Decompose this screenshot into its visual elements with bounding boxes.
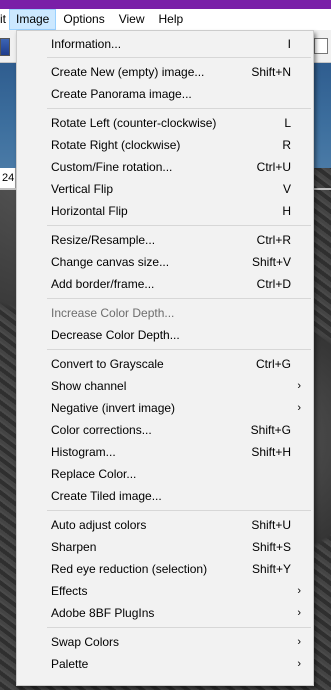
menu-view[interactable]: View bbox=[112, 9, 152, 30]
menu-item-shortcut: Ctrl+U bbox=[256, 160, 291, 174]
menu-item-label: Swap Colors bbox=[51, 635, 120, 649]
menu-separator bbox=[47, 627, 311, 628]
status-text: 24 bbox=[0, 168, 16, 188]
menu-item-shortcut: Shift+G bbox=[250, 423, 291, 437]
menu-item-shortcut: V bbox=[282, 182, 291, 196]
menu-item-shortcut: Ctrl+G bbox=[255, 357, 291, 371]
menu-item-shortcut: Ctrl+R bbox=[256, 233, 291, 247]
menu-item-increase-color-depth: Increase Color Depth... bbox=[17, 302, 313, 324]
menu-item-color-corrections[interactable]: Color corrections... Shift+G bbox=[17, 419, 313, 441]
menu-image[interactable]: Image bbox=[9, 9, 57, 30]
menu-item-label: Auto adjust colors bbox=[51, 518, 147, 532]
menu-item-label: Convert to Grayscale bbox=[51, 357, 164, 371]
menu-item-vertical-flip[interactable]: Vertical Flip V bbox=[17, 178, 313, 200]
submenu-chevron-icon: › bbox=[297, 585, 301, 597]
menu-item-label: Create Panorama image... bbox=[51, 87, 192, 101]
menu-item-label: Rotate Right (clockwise) bbox=[51, 138, 181, 152]
menu-item-shortcut: Shift+U bbox=[251, 518, 291, 532]
menu-item-label: Horizontal Flip bbox=[51, 204, 128, 218]
menu-item-shortcut: I bbox=[287, 37, 291, 51]
menu-item-label: Palette bbox=[51, 657, 89, 671]
menu-item-create-panorama[interactable]: Create Panorama image... bbox=[17, 83, 313, 105]
menu-item-decrease-color-depth[interactable]: Decrease Color Depth... bbox=[17, 324, 313, 346]
menu-item-label: Sharpen bbox=[51, 540, 97, 554]
menu-item-horizontal-flip[interactable]: Horizontal Flip H bbox=[17, 200, 313, 222]
menu-item-shortcut: R bbox=[282, 138, 291, 152]
menu-help[interactable]: Help bbox=[152, 9, 191, 30]
menu-item-label: Show channel bbox=[51, 379, 127, 393]
menu-item-label: Resize/Resample... bbox=[51, 233, 156, 247]
menu-item-label: Decrease Color Depth... bbox=[51, 328, 180, 342]
submenu-chevron-icon: › bbox=[297, 607, 301, 619]
menu-item-shortcut: Shift+H bbox=[251, 445, 291, 459]
menu-item-histogram[interactable]: Histogram... Shift+H bbox=[17, 441, 313, 463]
menu-item-label: Rotate Left (counter-clockwise) bbox=[51, 116, 217, 130]
menu-item-replace-color[interactable]: Replace Color... bbox=[17, 463, 313, 485]
menu-item-information[interactable]: Information... I bbox=[17, 33, 313, 55]
menu-bar: it Image Options View Help bbox=[0, 9, 331, 30]
menu-item-sharpen[interactable]: Sharpen Shift+S bbox=[17, 536, 313, 558]
menu-item-label: Create New (empty) image... bbox=[51, 65, 205, 79]
menu-item-red-eye-reduction[interactable]: Red eye reduction (selection) Shift+Y bbox=[17, 558, 313, 580]
menu-item-label: Add border/frame... bbox=[51, 277, 155, 291]
menu-item-label: Replace Color... bbox=[51, 467, 137, 481]
menu-item-shortcut: Shift+S bbox=[251, 540, 291, 554]
window-title-strip bbox=[0, 0, 331, 9]
menu-item-label: Change canvas size... bbox=[51, 255, 170, 269]
menu-item-label: Custom/Fine rotation... bbox=[51, 160, 173, 174]
menu-item-label: Adobe 8BF PlugIns bbox=[51, 606, 155, 620]
toolbar-page-icon[interactable] bbox=[314, 38, 328, 54]
menu-item-label: Negative (invert image) bbox=[51, 401, 176, 415]
menu-separator bbox=[47, 510, 311, 511]
menu-item-resize-resample[interactable]: Resize/Resample... Ctrl+R bbox=[17, 229, 313, 251]
menu-item-shortcut: Shift+Y bbox=[251, 562, 291, 576]
menu-item-create-tiled-image[interactable]: Create Tiled image... bbox=[17, 485, 313, 507]
menu-item-adobe-8bf-plugins[interactable]: Adobe 8BF PlugIns › bbox=[17, 602, 313, 624]
menu-separator bbox=[47, 298, 311, 299]
menu-item-shortcut: H bbox=[282, 204, 291, 218]
menu-separator bbox=[47, 108, 311, 109]
menu-item-label: Information... bbox=[51, 37, 122, 51]
menu-item-custom-rotation[interactable]: Custom/Fine rotation... Ctrl+U bbox=[17, 156, 313, 178]
menu-item-label: Histogram... bbox=[51, 445, 116, 459]
menu-separator bbox=[47, 349, 311, 350]
submenu-chevron-icon: › bbox=[297, 380, 301, 392]
menu-item-label: Increase Color Depth... bbox=[51, 306, 175, 320]
submenu-chevron-icon: › bbox=[297, 636, 301, 648]
menu-item-negative-invert[interactable]: Negative (invert image) › bbox=[17, 397, 313, 419]
menu-item-swap-colors[interactable]: Swap Colors › bbox=[17, 631, 313, 653]
menu-item-show-channel[interactable]: Show channel › bbox=[17, 375, 313, 397]
menu-item-create-new-image[interactable]: Create New (empty) image... Shift+N bbox=[17, 61, 313, 83]
menu-item-shortcut: Shift+N bbox=[251, 65, 291, 79]
image-dropdown-menu: Information... I Create New (empty) image.… bbox=[16, 30, 314, 686]
submenu-chevron-icon: › bbox=[297, 658, 301, 670]
menu-item-change-canvas-size[interactable]: Change canvas size... Shift+V bbox=[17, 251, 313, 273]
menu-separator bbox=[47, 57, 311, 58]
menu-item-label: Create Tiled image... bbox=[51, 489, 162, 503]
menu-item-shortcut: L bbox=[284, 116, 291, 130]
menu-item-label: Color corrections... bbox=[51, 423, 152, 437]
menu-separator bbox=[47, 225, 311, 226]
menu-item-add-border-frame[interactable]: Add border/frame... Ctrl+D bbox=[17, 273, 313, 295]
menu-item-label: Red eye reduction (selection) bbox=[51, 562, 208, 576]
menu-item-label: Vertical Flip bbox=[51, 182, 114, 196]
menu-item-shortcut: Ctrl+D bbox=[256, 277, 291, 291]
menu-options[interactable]: Options bbox=[56, 9, 111, 30]
toolbar-image-icon[interactable] bbox=[0, 38, 10, 56]
menu-item-convert-grayscale[interactable]: Convert to Grayscale Ctrl+G bbox=[17, 353, 313, 375]
menu-item-auto-adjust-colors[interactable]: Auto adjust colors Shift+U bbox=[17, 514, 313, 536]
menu-item-label: Effects bbox=[51, 584, 88, 598]
menu-item-rotate-left[interactable]: Rotate Left (counter-clockwise) L bbox=[17, 112, 313, 134]
menu-item-shortcut: Shift+V bbox=[251, 255, 291, 269]
menu-item-effects[interactable]: Effects › bbox=[17, 580, 313, 602]
submenu-chevron-icon: › bbox=[297, 402, 301, 414]
menu-item-palette[interactable]: Palette › bbox=[17, 653, 313, 675]
menu-edit[interactable]: it bbox=[0, 9, 9, 30]
menu-item-rotate-right[interactable]: Rotate Right (clockwise) R bbox=[17, 134, 313, 156]
